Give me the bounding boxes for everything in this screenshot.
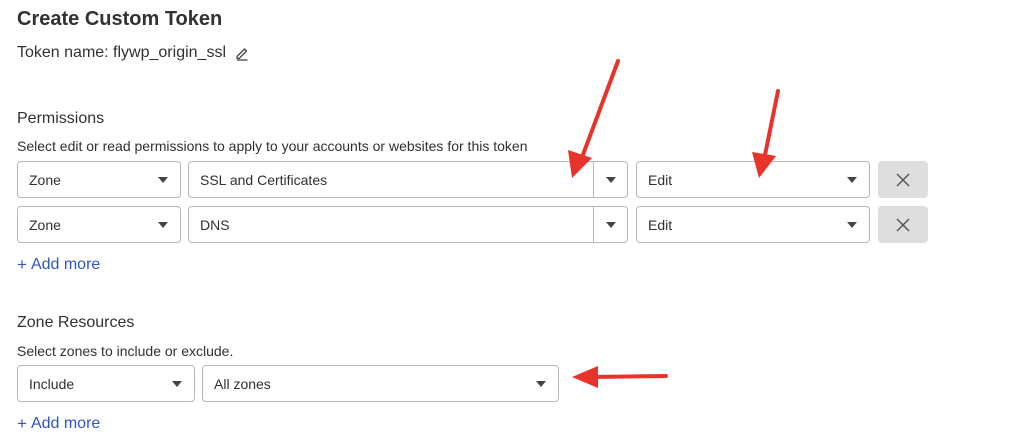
permission-scope-select-2[interactable]: Zone — [17, 206, 181, 243]
chevron-down-icon — [536, 380, 546, 387]
zone-resources-title: Zone Resources — [17, 314, 135, 331]
permission-access-value: Edit — [648, 216, 673, 233]
zone-resources-description: Select zones to include or exclude. — [17, 343, 234, 359]
close-icon — [896, 218, 910, 231]
permissions-description: Select edit or read permissions to apply… — [17, 138, 528, 154]
permissions-title: Permissions — [17, 110, 105, 127]
page-title: Create Custom Token — [17, 8, 223, 30]
remove-permission-button-2[interactable] — [878, 206, 928, 243]
add-more-label: Add more — [30, 415, 101, 432]
permission-item-value: DNS — [200, 216, 230, 233]
permission-access-select-2[interactable]: Edit — [636, 206, 870, 243]
chevron-down-icon — [172, 380, 182, 387]
chevron-down-icon — [158, 221, 168, 228]
permission-access-select-1[interactable]: Edit — [636, 161, 870, 198]
add-more-zones-link[interactable]: + Add more — [17, 414, 100, 434]
chevron-down-icon — [847, 176, 857, 183]
token-name-label: Token name: flywp_origin_ssl — [17, 44, 226, 61]
pencil-icon[interactable] — [234, 45, 250, 61]
close-icon — [896, 173, 910, 186]
chevron-down-icon — [605, 221, 616, 228]
add-more-label: Add more — [30, 256, 101, 273]
permission-scope-value: Zone — [29, 171, 61, 188]
zone-scope-value: All zones — [214, 375, 271, 392]
chevron-down-icon — [605, 176, 616, 183]
remove-permission-button-1[interactable] — [878, 161, 928, 198]
permission-item-value: SSL and Certificates — [200, 171, 328, 188]
token-name-row: Token name: flywp_origin_ssl — [17, 44, 250, 62]
chevron-down-icon — [158, 176, 168, 183]
plus-icon: + — [17, 255, 27, 274]
zone-scope-select[interactable]: All zones — [202, 365, 559, 402]
zone-include-value: Include — [29, 375, 75, 392]
red-arrow-3 — [572, 366, 668, 388]
permission-item-combobox-2[interactable]: DNS — [188, 206, 628, 243]
permission-scope-select-1[interactable]: Zone — [17, 161, 181, 198]
plus-icon: + — [17, 414, 27, 433]
zone-include-select[interactable]: Include — [17, 365, 195, 402]
permission-access-value: Edit — [648, 171, 673, 188]
permission-scope-value: Zone — [29, 216, 61, 233]
chevron-down-icon — [847, 221, 857, 228]
permission-item-combobox-1[interactable]: SSL and Certificates — [188, 161, 628, 198]
combobox-toggle-button[interactable] — [593, 207, 627, 242]
combobox-toggle-button[interactable] — [593, 162, 627, 197]
add-more-permissions-link[interactable]: + Add more — [17, 255, 100, 275]
